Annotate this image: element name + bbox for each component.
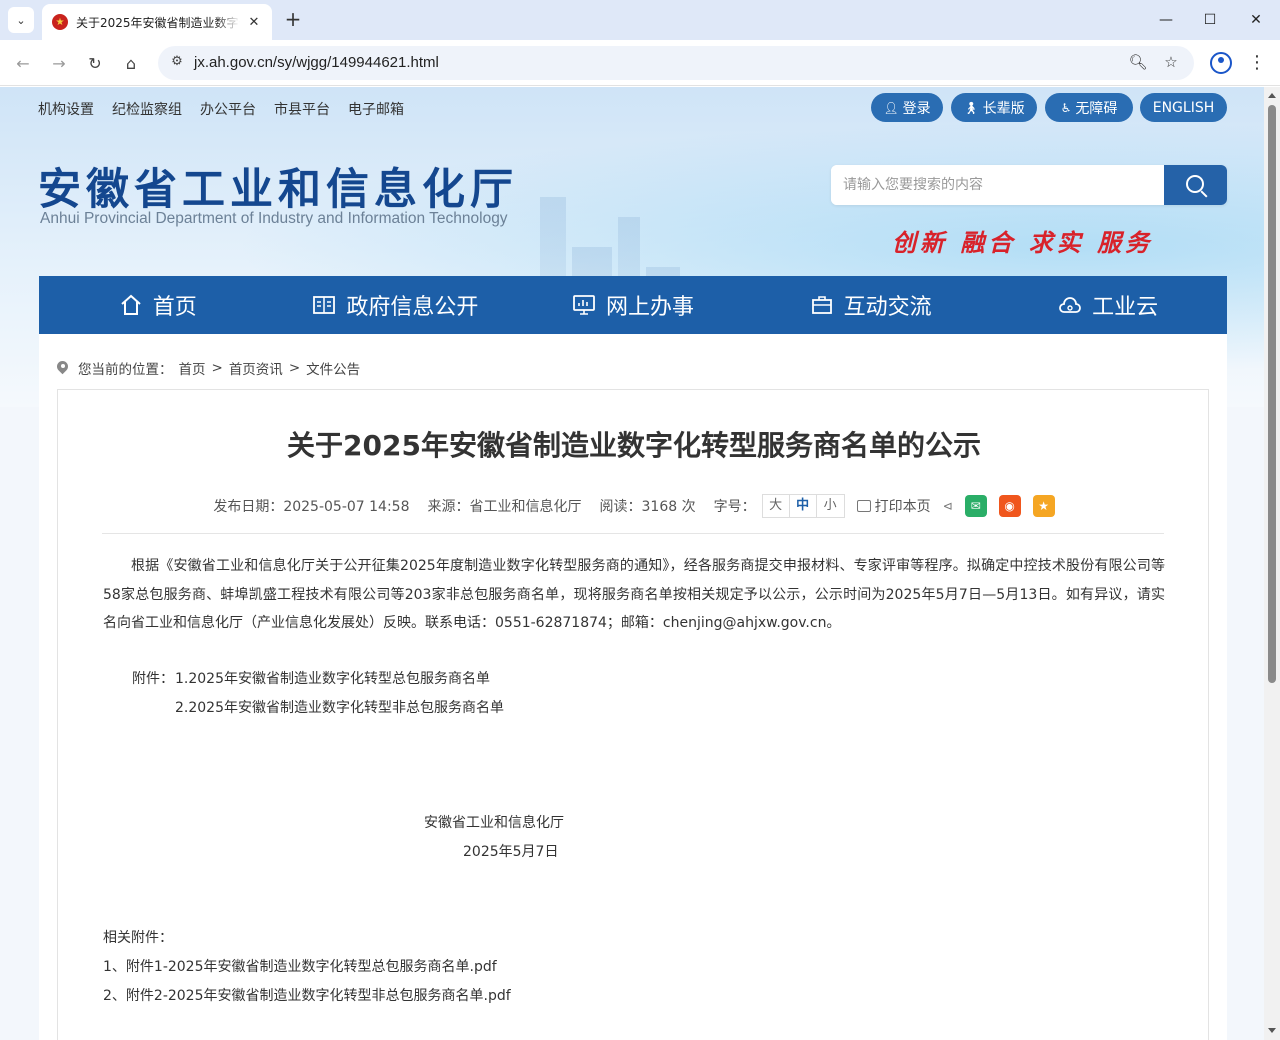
browser-toolbar: ← → ↻ ⌂ ⚙ jx.ah.gov.cn/sy/wjgg/149944621… [0,40,1280,86]
link-discipline-inspection[interactable]: 纪检监察组 [112,99,182,119]
browser-tab-bar: ⌄ ★ 关于2025年安徽省制造业数字化转型服务商名单的公示 ✕ + — ☐ ✕ [0,0,1280,40]
search-box [831,165,1227,205]
view-count: 阅读：3168 次 [599,499,696,515]
address-bar[interactable]: ⚙ jx.ah.gov.cn/sy/wjgg/149944621.html 🔍︎… [158,46,1194,80]
site-logo-title[interactable]: 安徽省工业和信息化厅 [38,155,518,217]
tab-title: 关于2025年安徽省制造业数字化转型服务商名单的公示 [76,15,240,30]
related-attachments-label: 相关附件： [103,930,173,946]
attachment-item-2: 2.2025年安徽省制造业数字化转型非总包服务商名单 [175,700,504,716]
divider [102,533,1164,534]
content-area: 您当前的位置： 首页 > 首页资讯 > 文件公告 关于2025年安徽省制造业数字… [39,334,1227,1040]
book-icon [312,293,336,317]
article-title: 关于2025年安徽省制造业数字化转型服务商名单的公示 [287,429,981,462]
related-attachment-link-2[interactable]: 2、附件2-2025年安徽省制造业数字化转型非总包服务商名单.pdf [103,985,511,1005]
nav-gov-info-disclosure[interactable]: 政府信息公开 [277,276,515,334]
user-icon: 👤︎ [883,100,899,115]
briefcase-icon [810,293,834,317]
reload-icon[interactable]: ↻ [82,50,108,76]
close-tab-icon[interactable]: ✕ [246,15,262,30]
share-icon: ⊲ [942,499,953,513]
favorite-star-icon[interactable]: ★ [1032,495,1055,517]
back-arrow-icon[interactable]: ← [10,50,36,76]
article-meta: 发布日期：2025-05-07 14:58 来源：省工业和信息化厅 阅读：316… [58,494,1210,518]
breadcrumb-home[interactable]: 首页 [179,358,206,378]
scroll-up-arrow-icon[interactable] [1268,93,1276,98]
home-icon[interactable]: ⌂ [118,50,144,76]
scrollbar-thumb[interactable] [1268,105,1276,683]
article-body: 根据《安徽省工业和信息化厅关于公开征集2025年度制造业数字化转型服务商的通知》… [103,558,1165,631]
article-panel: 关于2025年安徽省制造业数字化转型服务商名单的公示 发布日期：2025-05-… [57,389,1209,1040]
search-button[interactable] [1164,165,1227,205]
tab-search-button[interactable]: ⌄ [8,7,34,33]
breadcrumb-separator: > [211,360,223,376]
link-city-county-platform[interactable]: 市县平台 [274,99,330,119]
pdf-link[interactable]: 2、附件2-2025年安徽省制造业数字化转型非总包服务商名单.pdf [103,988,511,1004]
new-tab-button[interactable]: + [282,8,304,30]
breadcrumb-separator: > [288,360,301,376]
print-icon[interactable] [856,500,871,512]
nav-industry-cloud[interactable]: 工业云 [989,276,1227,334]
home-icon [119,293,143,317]
publish-date: 发布日期：2025-05-07 14:58 [213,499,410,515]
browser-tab[interactable]: ★ 关于2025年安徽省制造业数字化转型服务商名单的公示 ✕ [42,4,272,40]
signature-date: 2025年5月7日 [463,844,559,860]
related-attachment-link-1[interactable]: 1、附件1-2025年安徽省制造业数字化转型总包服务商名单.pdf [103,956,497,976]
more-menu-icon[interactable]: ⋮ [1248,52,1266,74]
weibo-icon[interactable]: ◉ [998,495,1021,517]
government-emblem-icon: ★ [52,14,68,30]
link-email[interactable]: 电子邮箱 [348,99,404,119]
link-office-platform[interactable]: 办公平台 [200,99,256,119]
elder-mode-button[interactable]: 🚶︎ 长辈版 [951,93,1037,122]
font-size-medium[interactable]: 中 [790,495,817,517]
breadcrumb: 您当前的位置： 首页 > 首页资讯 > 文件公告 [57,358,360,378]
link-org-structure[interactable]: 机构设置 [38,99,94,119]
nav-interaction[interactable]: 互动交流 [752,276,990,334]
site-info-icon[interactable]: ⚙ [168,54,186,72]
attachment-item-1: 1.2025年安徽省制造业数字化转型总包服务商名单 [175,671,490,687]
attachment-label: 附件： [132,671,174,687]
vertical-scrollbar[interactable] [1264,87,1280,1040]
font-size-large[interactable]: 大 [763,495,790,517]
scroll-down-arrow-icon[interactable] [1268,1028,1276,1033]
breadcrumb-news[interactable]: 首页资讯 [229,358,283,378]
nav-home[interactable]: 首页 [39,276,277,334]
bookmark-star-icon[interactable]: ☆ [1161,53,1181,73]
slogan: 创新 融合 求实 服务 [892,228,1154,257]
site-logo-subtitle: Anhui Provincial Department of Industry … [40,210,508,227]
accessibility-button[interactable]: ♿︎ 无障碍 [1045,93,1133,122]
profile-icon[interactable] [1210,52,1232,74]
nav-online-services[interactable]: 网上办事 [514,276,752,334]
wechat-icon[interactable]: ✉ [964,495,987,517]
url-text[interactable]: jx.ah.gov.cn/sy/wjgg/149944621.html [194,54,439,71]
page-viewport: 机构设置 纪检监察组 办公平台 市县平台 电子邮箱 👤︎ 登录 🚶︎ 长辈版 ♿︎ 无… [0,87,1264,1040]
font-size-small[interactable]: 小 [817,495,844,517]
breadcrumb-notices[interactable]: 文件公告 [306,358,360,378]
elder-icon: 🚶︎ [963,100,979,115]
font-size-label: 字号： [713,499,756,515]
english-button[interactable]: ENGLISH [1140,93,1227,122]
forward-arrow-icon[interactable]: → [46,50,72,76]
location-pin-icon [57,361,68,375]
chevron-down-icon: ⌄ [16,13,26,27]
pdf-link[interactable]: 1、附件1-2025年安徽省制造业数字化转型总包服务商名单.pdf [103,959,497,975]
top-links: 机构设置 纪检监察组 办公平台 市县平台 电子邮箱 [38,99,404,119]
search-icon [1185,175,1204,193]
search-input[interactable] [831,165,1164,205]
main-navigation: 首页 政府信息公开 网上办事 互动交流 工业云 [39,276,1227,334]
cloud-icon [1058,293,1082,317]
font-size-switcher: 大 中 小 [761,494,845,518]
login-button[interactable]: 👤︎ 登录 [871,93,943,122]
signature-org: 安徽省工业和信息化厅 [424,815,564,831]
monitor-icon [572,293,596,317]
wheelchair-icon: ♿︎ [1060,100,1072,115]
minimize-button[interactable]: — [1144,6,1188,34]
close-window-button[interactable]: ✕ [1234,6,1278,34]
zoom-icon[interactable]: 🔍︎ [1128,53,1148,73]
share-bar: ⊲ ✉ ◉ ★ [943,495,1055,517]
maximize-button[interactable]: ☐ [1188,6,1232,34]
print-link[interactable]: 打印本页 [875,496,931,516]
breadcrumb-prefix: 您当前的位置： [78,362,173,378]
article-source: 来源：省工业和信息化厅 [427,499,582,515]
